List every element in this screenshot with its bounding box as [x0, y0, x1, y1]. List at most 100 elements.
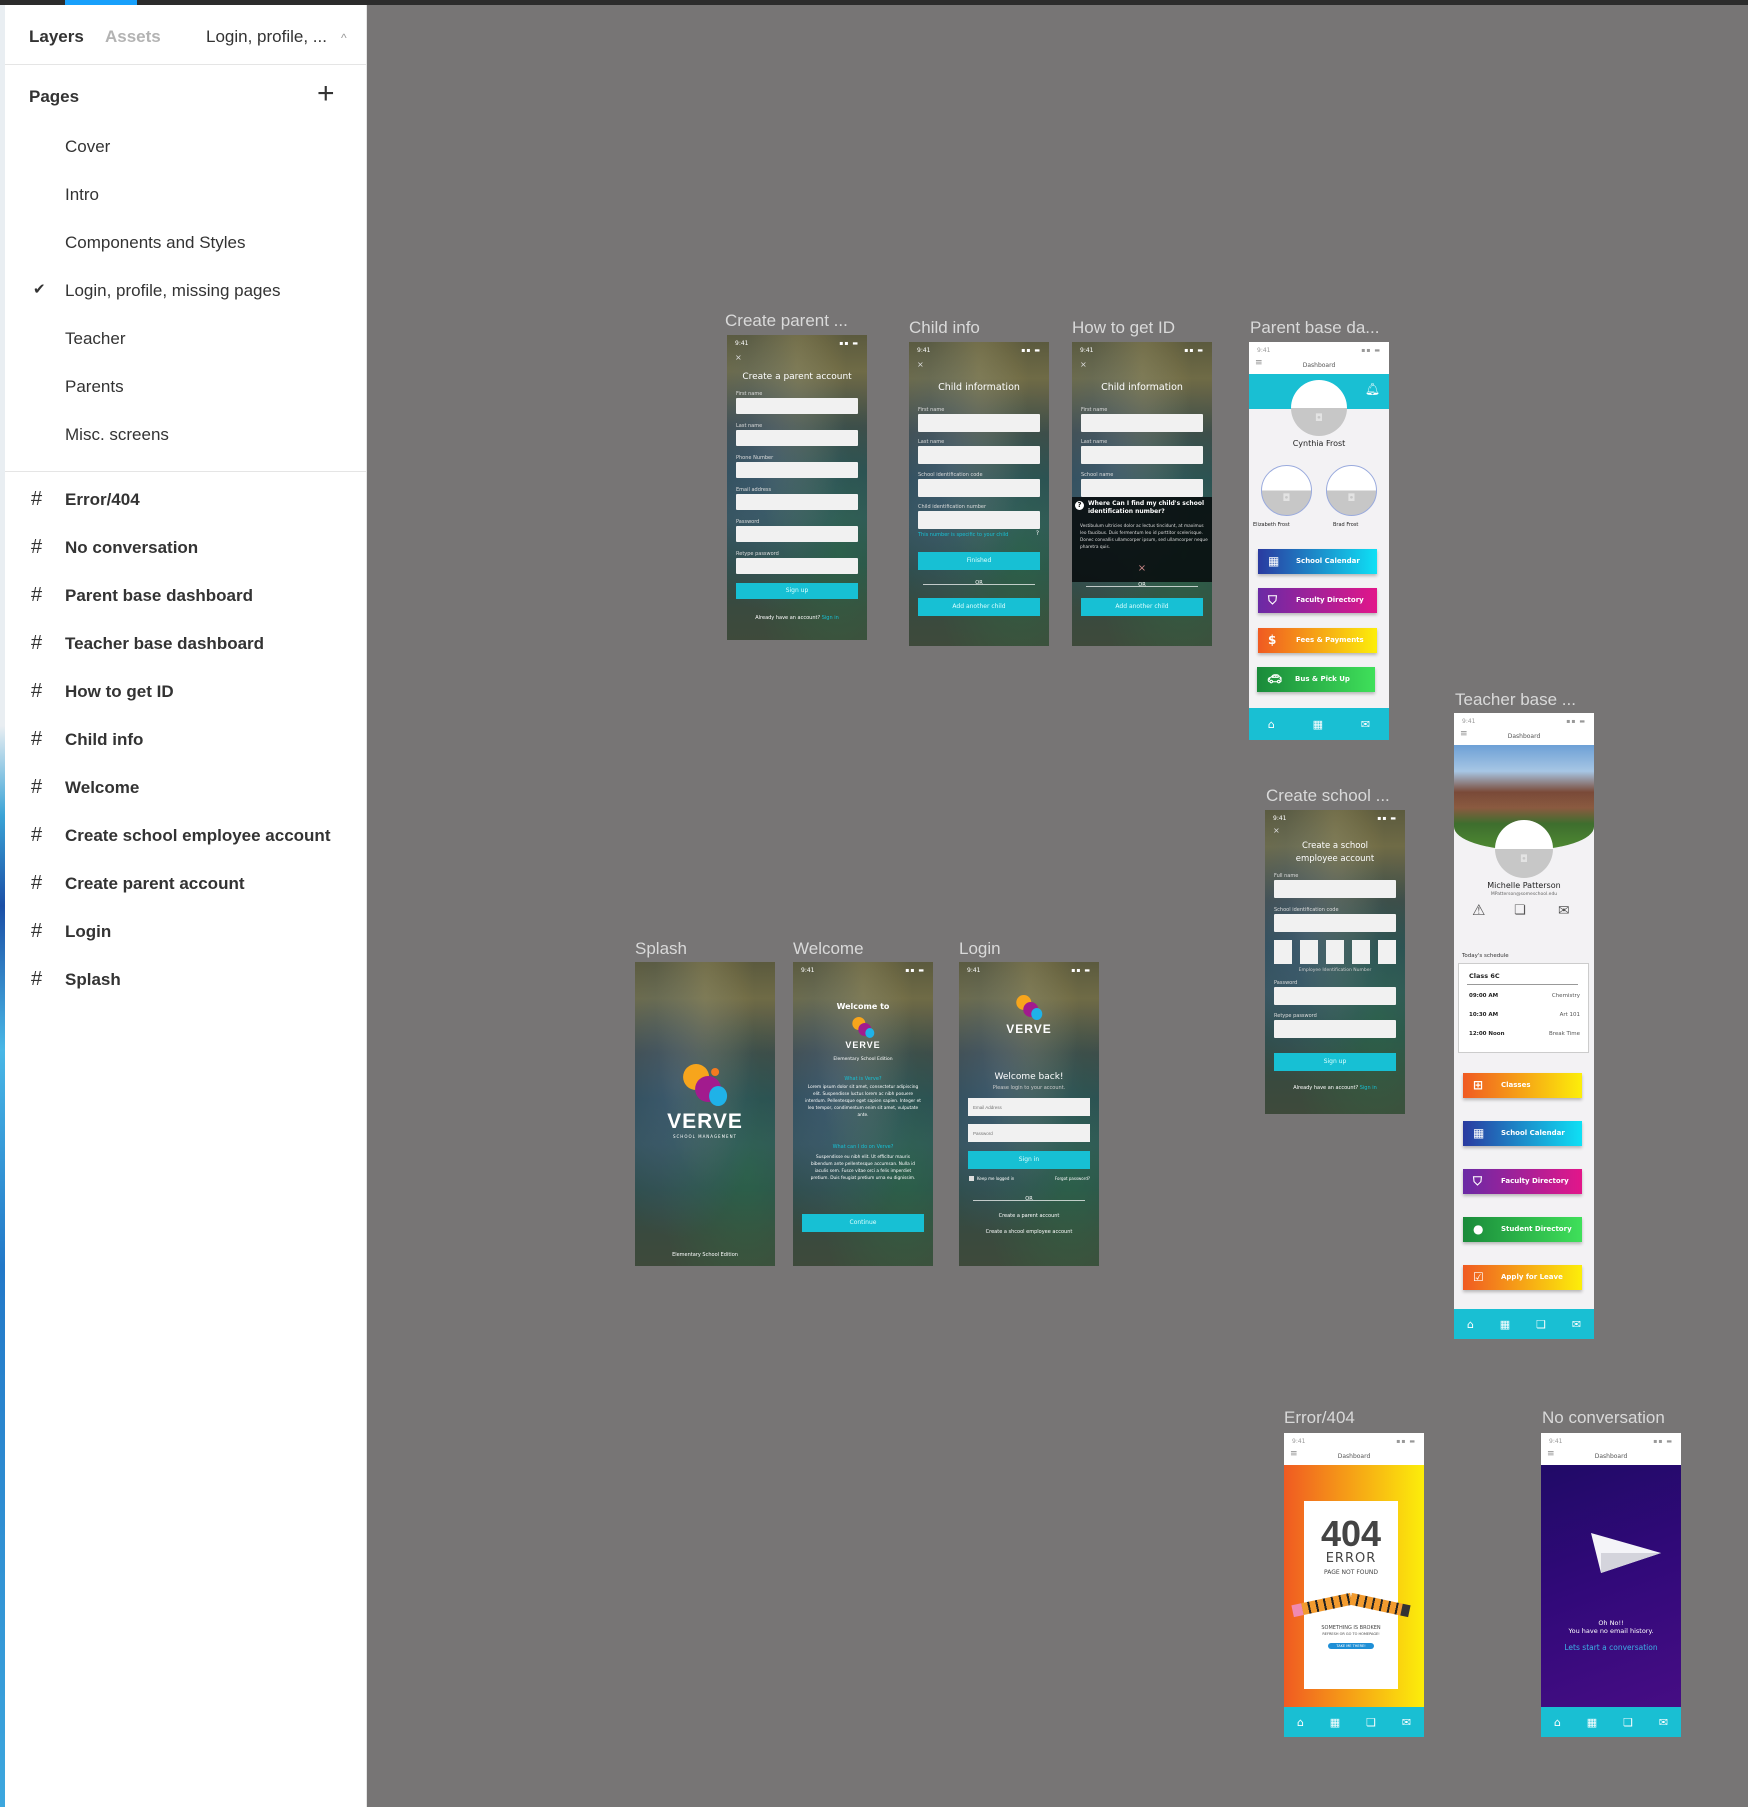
layer-item[interactable]: # Child info [5, 716, 366, 764]
tile-fees-payments[interactable]: $ Fees & Payments [1258, 628, 1377, 653]
close-icon[interactable]: × [735, 353, 742, 362]
frame-how-to-get-id[interactable]: 9:41 ▪▪ ▬ × Child information First name … [1072, 342, 1212, 646]
frame-login[interactable]: 9:41 ▪▪ ▬ VERVE Welcome back! Please logi… [959, 962, 1099, 1266]
retype-password-input[interactable] [736, 558, 858, 574]
frame-label-login[interactable]: Login [959, 939, 1001, 959]
layer-item[interactable]: # Welcome [5, 764, 366, 812]
frame-label-error-404[interactable]: Error/404 [1284, 1408, 1355, 1428]
tile-student-directory[interactable]: ● Student Directory [1463, 1217, 1582, 1242]
retype-password-input[interactable] [1274, 1020, 1396, 1038]
school-code-input[interactable] [1274, 914, 1396, 932]
frame-label-child-info[interactable]: Child info [909, 318, 980, 338]
sign-up-button[interactable]: Sign up [1274, 1053, 1396, 1071]
sign-in-button[interactable]: Sign in [968, 1151, 1090, 1169]
password-input[interactable] [1274, 987, 1396, 1005]
school-code-input[interactable] [918, 479, 1040, 497]
layer-item[interactable]: # Login [5, 908, 366, 956]
page-item[interactable]: Intro [5, 171, 366, 219]
tab-assets[interactable]: Assets [105, 27, 161, 47]
layer-item[interactable]: # Create parent account [5, 860, 366, 908]
frame-create-school-employee-account[interactable]: 9:41 ▪▪ ▬ × Create a school employee acco… [1265, 810, 1405, 1114]
last-name-input[interactable] [918, 446, 1040, 464]
frame-label-welcome[interactable]: Welcome [793, 939, 864, 959]
frame-label-teacher-dashboard[interactable]: Teacher base ... [1455, 690, 1576, 710]
tab-layers[interactable]: Layers [29, 27, 84, 47]
page-item[interactable]: Parents [5, 363, 366, 411]
mail-icon[interactable]: ✉ [1402, 1716, 1411, 1729]
add-another-child-button[interactable]: Add another child [1081, 598, 1203, 616]
calendar-icon[interactable]: ▦ [1500, 1318, 1510, 1331]
first-name-input[interactable] [1081, 414, 1203, 432]
close-popup-icon[interactable]: × [1072, 563, 1212, 574]
frame-error-404[interactable]: 9:41 ▪▪ ▬ ≡ Dashboard 404 ERROR PAGE NOT … [1284, 1433, 1424, 1737]
chat-icon[interactable]: ❏ [1536, 1318, 1546, 1331]
sign-in-link[interactable]: Sign in [1360, 1085, 1377, 1091]
schedule-card[interactable]: Class 6C 09:00 AM Chemistry 10:30 AM Art 10… [1458, 963, 1589, 1053]
mail-icon[interactable]: ✉ [1659, 1716, 1668, 1729]
id-digit-input[interactable] [1378, 940, 1396, 964]
take-me-there-button[interactable]: TAKE ME THERE! [1328, 1643, 1374, 1649]
last-name-input[interactable] [1081, 446, 1203, 464]
keep-logged-in-checkbox[interactable] [969, 1176, 974, 1181]
create-parent-link[interactable]: Create a parent account [959, 1213, 1099, 1219]
email-input[interactable] [736, 494, 858, 510]
frame-parent-base-dashboard[interactable]: 9:41 ▪▪ ▬ ≡ Dashboard 🔔︎ ◘ Cynthia Frost … [1249, 342, 1389, 740]
home-icon[interactable]: ⌂ [1268, 718, 1275, 731]
frame-label-create-school[interactable]: Create school ... [1266, 786, 1390, 806]
sign-in-link[interactable]: Sign in [822, 615, 839, 621]
frame-child-info[interactable]: 9:41 ▪▪ ▬ × Child information First name … [909, 342, 1049, 646]
frame-teacher-base-dashboard[interactable]: 9:41 ▪▪ ▬ ≡ Dashboard ◘ Michelle Patterso… [1454, 713, 1594, 1339]
chevron-up-icon[interactable]: ^ [341, 31, 347, 45]
phone-input[interactable] [736, 462, 858, 478]
tile-apply-for-leave[interactable]: ☑ Apply for Leave [1463, 1265, 1582, 1290]
forgot-password-link[interactable]: Forgot password? [1055, 1176, 1090, 1181]
first-name-input[interactable] [918, 414, 1040, 432]
frame-label-no-conversation[interactable]: No conversation [1542, 1408, 1665, 1428]
layer-item[interactable]: # Splash [5, 956, 366, 1004]
chat-icon[interactable]: ❏ [1514, 903, 1526, 918]
frame-label-parent-dashboard[interactable]: Parent base da... [1250, 318, 1379, 338]
page-item[interactable]: Cover [5, 123, 366, 171]
tile-faculty-directory[interactable]: ⛉ Faculty Directory [1463, 1169, 1582, 1194]
first-name-input[interactable] [736, 398, 858, 414]
home-icon[interactable]: ⌂ [1297, 1716, 1304, 1729]
child-avatar[interactable]: ◘ [1326, 465, 1377, 516]
calendar-icon[interactable]: ▦ [1330, 1716, 1340, 1729]
tile-school-calendar[interactable]: ▦ School Calendar [1258, 549, 1377, 574]
id-digit-input[interactable] [1326, 940, 1344, 964]
layer-item[interactable]: # Create school employee account [5, 812, 366, 860]
alert-icon[interactable]: ⚠ [1472, 901, 1485, 919]
help-icon[interactable]: ? [1036, 530, 1039, 537]
email-input[interactable] [968, 1098, 1090, 1116]
child-avatar[interactable]: ◘ [1261, 465, 1312, 516]
close-icon[interactable]: × [1273, 826, 1280, 835]
bell-icon[interactable]: 🔔︎ [1365, 382, 1380, 396]
start-conversation-link[interactable]: Lets start a conversation [1541, 1643, 1681, 1652]
frame-no-conversation[interactable]: 9:41 ▪▪ ▬ ≡ Dashboard Oh No!! You have no… [1541, 1433, 1681, 1737]
id-digit-input[interactable] [1274, 940, 1292, 964]
school-name-input[interactable] [1081, 479, 1203, 497]
child-id-input[interactable] [918, 511, 1040, 529]
layer-item[interactable]: # How to get ID [5, 668, 366, 716]
layer-item[interactable]: # Teacher base dashboard [5, 620, 366, 668]
page-item[interactable]: Misc. screens [5, 411, 366, 459]
id-digit-input[interactable] [1352, 940, 1370, 964]
layer-item[interactable]: # Error/404 [5, 476, 366, 524]
frame-label-splash[interactable]: Splash [635, 939, 687, 959]
home-icon[interactable]: ⌂ [1554, 1716, 1561, 1729]
teacher-avatar[interactable]: ◘ [1495, 820, 1553, 878]
home-icon[interactable]: ⌂ [1467, 1318, 1474, 1331]
mail-icon[interactable]: ✉ [1361, 718, 1370, 731]
tile-bus-pickup[interactable]: 🚗︎ Bus & Pick Up [1257, 667, 1375, 692]
frame-create-parent-account[interactable]: 9:41 ▪▪ ▬ × Create a parent account First… [727, 335, 867, 640]
layer-item[interactable]: # Parent base dashboard [5, 572, 366, 620]
parent-avatar[interactable]: ◘ [1291, 380, 1347, 436]
close-icon[interactable]: × [917, 360, 924, 369]
password-input[interactable] [968, 1124, 1090, 1142]
frame-welcome[interactable]: 9:41 ▪▪ ▬ Welcome to VERVE Elementary Sch… [793, 962, 933, 1266]
chat-icon[interactable]: ❏ [1623, 1716, 1633, 1729]
mail-icon[interactable]: ✉ [1572, 1318, 1581, 1331]
plus-icon[interactable]: + [317, 77, 335, 111]
password-input[interactable] [736, 526, 858, 542]
id-digit-input[interactable] [1300, 940, 1318, 964]
